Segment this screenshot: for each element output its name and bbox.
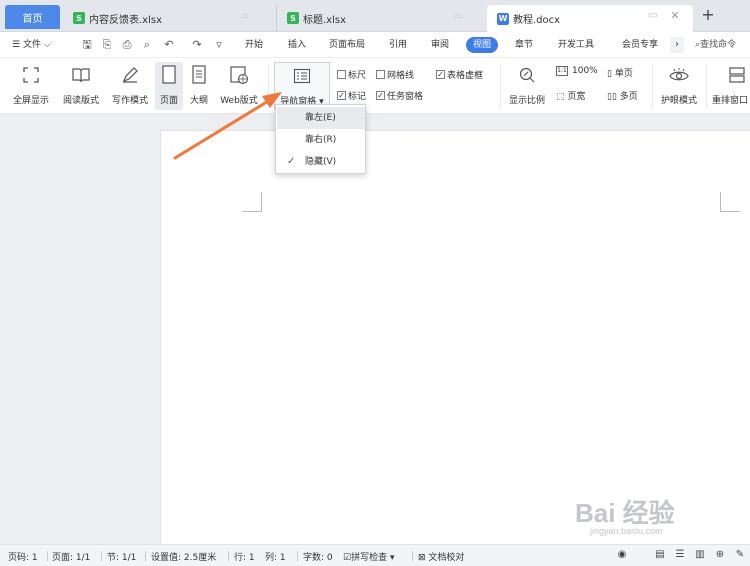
write-mode-icon[interactable]: ✎ (734, 549, 746, 561)
watermark-logo: Bai 经验 (575, 498, 675, 528)
status-page-number[interactable]: 页码: 1 (8, 550, 38, 563)
divider (47, 551, 48, 561)
status-position[interactable]: 设置值: 2.5厘米 (151, 550, 216, 563)
checkbox-checked-icon: ☑ (343, 553, 352, 563)
page-view-icon[interactable]: ▤ (654, 549, 666, 561)
divider (101, 551, 102, 561)
status-word-count[interactable]: 字数: 0 (303, 550, 333, 563)
web-layout-icon[interactable]: ⊕ (714, 549, 726, 561)
spell-check-toggle[interactable]: ☑拼写检查 ▾ (343, 550, 395, 563)
divider (145, 551, 146, 561)
read-mode-icon[interactable]: ▥ (694, 549, 706, 561)
status-line[interactable]: 行: 1 (234, 550, 255, 563)
status-section[interactable]: 节: 1/1 (107, 550, 136, 563)
doc-check-button[interactable]: ⊠ 文档校对 (418, 550, 464, 563)
spell-check-label: 拼写检查 (351, 553, 388, 563)
annotation-arrow (173, 92, 282, 160)
doc-check-label: 文档校对 (428, 553, 465, 563)
status-bar: 页码: 1 页面: 1/1 节: 1/1 设置值: 2.5厘米 行: 1 列: … (0, 544, 750, 566)
divider (228, 551, 229, 561)
divider (412, 551, 413, 561)
status-column[interactable]: 列: 1 (265, 550, 286, 563)
divider (297, 551, 298, 561)
doc-check-icon: ⊠ (418, 553, 426, 563)
status-pages[interactable]: 页面: 1/1 (52, 550, 90, 563)
outline-view-icon[interactable]: ☰ (674, 549, 686, 561)
dropdown-arrow-icon: ▾ (389, 553, 395, 563)
eye-icon[interactable]: ◉ (616, 549, 628, 561)
watermark-url: jingyan.baidu.com (590, 526, 663, 536)
